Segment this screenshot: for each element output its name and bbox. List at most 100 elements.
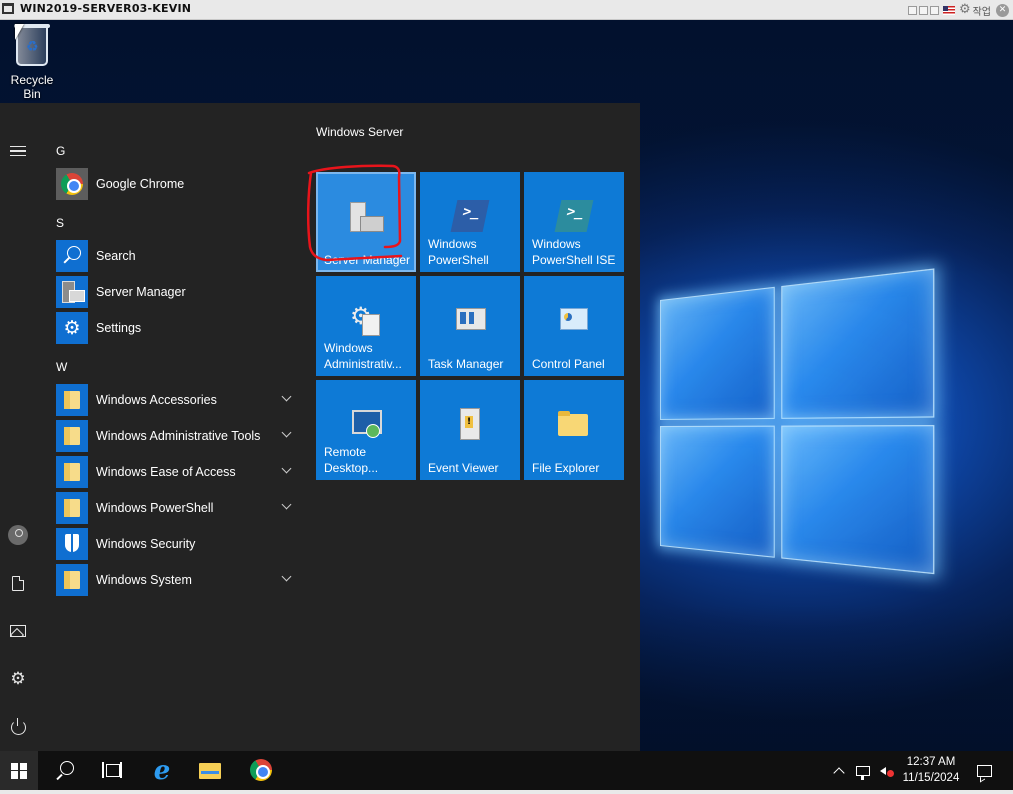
vm-controls: ⚙ 작업 ✕ — [907, 2, 1009, 18]
tile-label: File Explorer — [532, 461, 600, 475]
start-rail: ⚙ — [0, 103, 36, 751]
file-explorer-taskbar-icon[interactable] — [187, 751, 235, 790]
tile-windows-powershell-ise[interactable]: Windows PowerShell ISE — [524, 172, 624, 272]
logo-pane — [781, 268, 935, 419]
app-label: Search — [96, 249, 136, 263]
chevron-down-icon[interactable] — [281, 571, 292, 582]
app-label: Google Chrome — [96, 177, 185, 191]
chevron-down-icon[interactable] — [281, 427, 292, 438]
app-label: Windows Security — [96, 537, 196, 551]
app-settings[interactable]: ⚙ Settings — [56, 312, 294, 344]
app-search[interactable]: Search — [56, 240, 294, 272]
settings-gear-icon[interactable]: ⚙ — [0, 661, 36, 697]
app-server-manager[interactable]: Server Manager — [56, 276, 294, 308]
folder-icon — [56, 564, 88, 596]
network-icon[interactable] — [852, 751, 874, 790]
letter-header-g[interactable]: G — [56, 144, 65, 158]
chevron-up-icon[interactable] — [830, 751, 848, 790]
app-label: Windows System — [96, 573, 192, 587]
mouse-cursor-icon — [15, 24, 24, 40]
tile-remote-desktop[interactable]: Remote Desktop... — [316, 380, 416, 480]
tile-label: Windows PowerShell — [428, 237, 489, 267]
start-button[interactable] — [0, 751, 38, 790]
task-view-icon[interactable] — [88, 751, 136, 790]
recycle-bin[interactable]: ♻ Recycle Bin — [2, 24, 62, 101]
vm-bottom-strip — [0, 790, 1013, 794]
hamburger-icon[interactable] — [0, 133, 36, 169]
app-label: Windows Administrative Tools — [96, 429, 261, 443]
internet-explorer-icon[interactable]: e — [138, 751, 186, 790]
app-label: Server Manager — [96, 285, 186, 299]
tile-label: Server Manager — [324, 253, 411, 267]
clock-date: 11/15/2024 — [902, 772, 960, 784]
control-panel-icon — [558, 304, 590, 336]
search-icon — [56, 240, 88, 272]
chrome-taskbar-icon[interactable] — [237, 751, 285, 790]
event-viewer-icon — [454, 408, 486, 440]
chevron-down-icon[interactable] — [281, 499, 292, 510]
pictures-icon[interactable] — [0, 613, 36, 649]
app-windows-accessories[interactable]: Windows Accessories — [56, 384, 294, 416]
vm-monitor-icon — [2, 3, 14, 14]
app-windows-administrative-tools[interactable]: Windows Administrative Tools — [56, 420, 294, 452]
fullscreen-icon[interactable] — [929, 5, 939, 15]
letter-header-s[interactable]: S — [56, 216, 64, 230]
app-windows-system[interactable]: Windows System — [56, 564, 294, 596]
tile-label: Task Manager — [428, 357, 504, 371]
tile-label: Remote Desktop... — [324, 445, 379, 475]
app-windows-powershell-folder[interactable]: Windows PowerShell — [56, 492, 294, 524]
powershell-ise-icon — [554, 200, 594, 232]
power-icon[interactable] — [0, 709, 36, 745]
tile-group-label[interactable]: Windows Server — [316, 125, 403, 139]
tile-label: Windows PowerShell ISE — [532, 237, 616, 267]
flag-icon[interactable] — [942, 5, 955, 15]
gear-icon[interactable]: ⚙ — [959, 3, 971, 17]
chrome-icon — [56, 168, 88, 200]
taskbar-search-icon[interactable] — [40, 751, 88, 790]
logo-pane — [781, 425, 935, 575]
tile-event-viewer[interactable]: Event Viewer — [420, 380, 520, 480]
app-google-chrome[interactable]: Google Chrome — [56, 168, 294, 200]
app-windows-ease-of-access[interactable]: Windows Ease of Access — [56, 456, 294, 488]
documents-icon[interactable] — [0, 565, 36, 601]
tile-task-manager[interactable]: Task Manager — [420, 276, 520, 376]
close-icon[interactable]: ✕ — [996, 3, 1009, 17]
vm-title: WIN2019-SERVER03-KEVIN — [20, 2, 192, 15]
tile-label: Event Viewer — [428, 461, 499, 475]
letter-header-w[interactable]: W — [56, 360, 67, 374]
app-windows-security[interactable]: Windows Security — [56, 528, 294, 560]
windows-wallpaper-logo — [660, 268, 935, 591]
vm-title-bar: WIN2019-SERVER03-KEVIN ⚙ 작업 ✕ — [0, 0, 1013, 20]
tile-file-explorer[interactable]: File Explorer — [524, 380, 624, 480]
tile-control-panel[interactable]: Control Panel — [524, 276, 624, 376]
volume-muted-icon[interactable] — [876, 751, 898, 790]
remote-desktop-icon — [350, 408, 382, 440]
app-label: Windows PowerShell — [96, 501, 214, 515]
task-manager-icon — [454, 304, 486, 336]
tile-windows-administrative-tools[interactable]: Windows Administrativ... — [316, 276, 416, 376]
app-label: Windows Ease of Access — [96, 465, 236, 479]
server-manager-icon — [56, 276, 88, 308]
tile-server-manager[interactable]: Server Manager — [316, 172, 416, 272]
powershell-icon — [450, 200, 490, 232]
minimize-icon[interactable] — [918, 5, 928, 15]
folder-icon — [56, 420, 88, 452]
restore-icon[interactable] — [907, 5, 917, 15]
folder-icon — [56, 492, 88, 524]
app-label: Settings — [96, 321, 142, 335]
clock-time: 12:37 AM — [906, 756, 956, 768]
logo-pane — [660, 286, 775, 420]
chevron-down-icon[interactable] — [281, 391, 292, 402]
user-avatar-icon[interactable] — [0, 517, 36, 553]
vm-action-label[interactable]: 작업 — [973, 3, 991, 18]
taskbar-clock[interactable]: 12:37 AM 11/15/2024 — [896, 754, 966, 786]
app-label: Windows Accessories — [96, 393, 217, 407]
server-manager-icon — [350, 200, 384, 232]
settings-icon: ⚙ — [56, 312, 88, 344]
admin-tools-icon — [350, 302, 382, 336]
notification-icon[interactable] — [972, 751, 996, 790]
chevron-down-icon[interactable] — [281, 463, 292, 474]
tile-label: Control Panel — [532, 357, 605, 371]
tile-windows-powershell[interactable]: Windows PowerShell — [420, 172, 520, 272]
taskbar: e 12:37 AM 11/15/2024 — [0, 751, 1013, 790]
